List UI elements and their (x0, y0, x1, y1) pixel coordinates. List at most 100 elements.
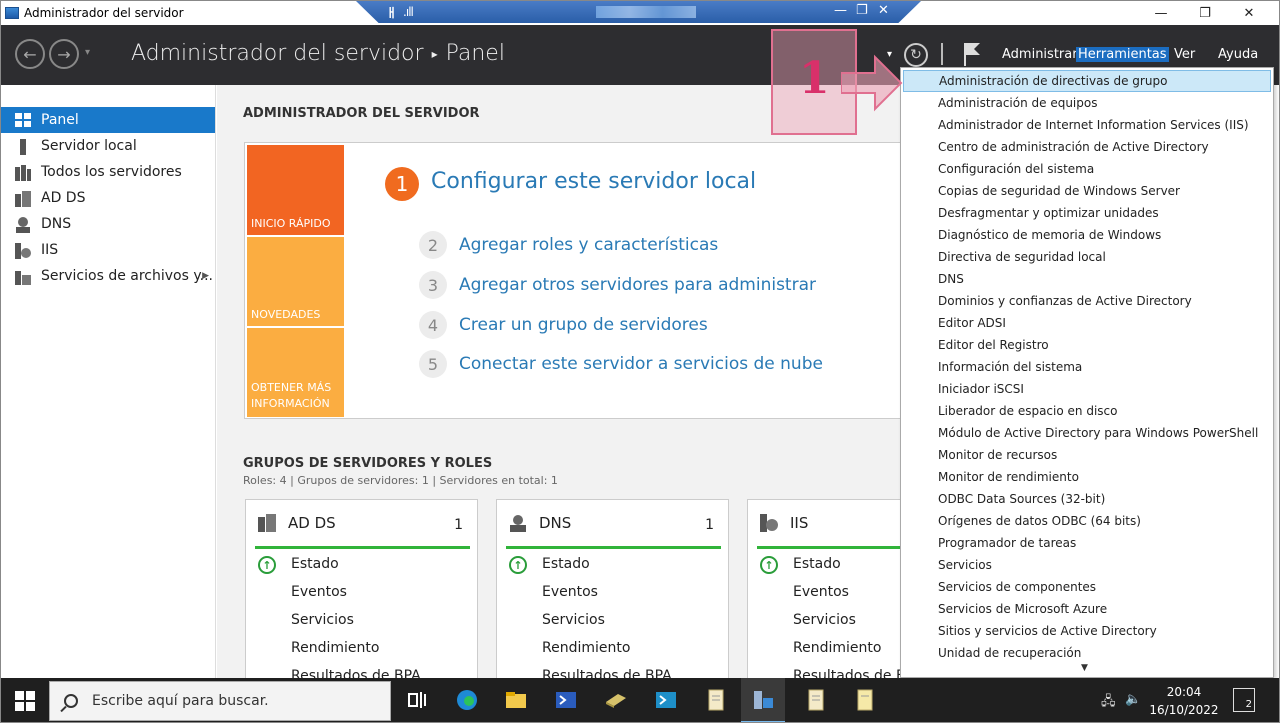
menu-item[interactable]: Editor del Registro (903, 334, 1271, 356)
step-create-group[interactable]: 4 Crear un grupo de servidores (419, 311, 708, 339)
menu-item[interactable]: Información del sistema (903, 356, 1271, 378)
server-manager-taskbar-button[interactable] (741, 678, 785, 722)
windows-start-icon[interactable] (15, 691, 35, 711)
card-row-events[interactable]: Eventos (291, 584, 347, 600)
sidebar-item-iis[interactable]: IIS (1, 237, 215, 263)
card-row-events[interactable]: Eventos (793, 584, 849, 600)
menu-herramientas[interactable]: Herramientas (1076, 47, 1169, 62)
sidebar-item-panel[interactable]: Panel (1, 107, 215, 133)
role-card-dns[interactable]: DNS 1 ↑ Estado Eventos Servicios Rendimi… (496, 499, 729, 678)
notes-icon[interactable] (853, 688, 877, 712)
sidebar-item-ad-ds[interactable]: AD DS (1, 185, 215, 211)
card-header[interactable]: AD DS 1 (246, 500, 477, 548)
menu-item[interactable]: Sitios y servicios de Active Directory (903, 620, 1271, 642)
menu-ver[interactable]: Ver (1174, 47, 1195, 62)
menu-item[interactable]: Servicios de componentes (903, 576, 1271, 598)
menu-item-group-policy[interactable]: Administración de directivas de grupo (903, 70, 1271, 92)
menu-item[interactable]: Diagnóstico de memoria de Windows (903, 224, 1271, 246)
menu-item[interactable]: Desfragmentar y optimizar unidades (903, 202, 1271, 224)
menu-item[interactable]: Centro de administración de Active Direc… (903, 136, 1271, 158)
edge-browser-icon[interactable] (455, 688, 479, 712)
pin-icon[interactable]: ㅐ (386, 4, 397, 21)
tile-learn-more[interactable]: OBTENER MÁS INFORMACIÓN (247, 328, 344, 417)
card-row-status[interactable]: Estado (542, 556, 590, 572)
card-row-events[interactable]: Eventos (542, 584, 598, 600)
rd-minimize-button[interactable]: — (834, 3, 847, 18)
back-button[interactable]: ← (15, 39, 45, 69)
add-roles-link[interactable]: Agregar roles y características (459, 235, 718, 255)
card-row-status[interactable]: Estado (291, 556, 339, 572)
card-header[interactable]: DNS 1 (497, 500, 728, 548)
menu-item[interactable]: Configuración del sistema (903, 158, 1271, 180)
step-add-servers[interactable]: 3 Agregar otros servidores para administ… (419, 271, 816, 299)
history-dropdown-icon[interactable]: ▾ (85, 47, 90, 58)
volume-muted-icon[interactable]: 🔈 (1125, 692, 1141, 707)
sidebar-item-file-services[interactable]: Servicios de archivos y... ▶ (1, 263, 215, 289)
card-row-services[interactable]: Servicios (793, 612, 856, 628)
card-row-services[interactable]: Servicios (542, 612, 605, 628)
minimize-button[interactable]: — (1138, 1, 1184, 25)
role-card-ad-ds[interactable]: AD DS 1 ↑ Estado Eventos Servicios Rendi… (245, 499, 478, 678)
step-add-roles[interactable]: 2 Agregar roles y características (419, 231, 718, 259)
taskbar-search-box[interactable]: Escribe aquí para buscar. (49, 681, 391, 721)
menu-item[interactable]: Liberador de espacio en disco (903, 400, 1271, 422)
archive-icon[interactable] (604, 688, 628, 712)
menu-item[interactable]: Servicios (903, 554, 1271, 576)
connect-cloud-link[interactable]: Conectar este servidor a servicios de nu… (459, 354, 823, 374)
menu-item[interactable]: Dominios y confianzas de Active Director… (903, 290, 1271, 312)
menu-item[interactable]: Directiva de seguridad local (903, 246, 1271, 268)
taskbar-clock[interactable]: 20:04 16/10/2022 (1149, 683, 1219, 719)
menu-item[interactable]: Editor ADSI (903, 312, 1271, 334)
menu-item[interactable]: Programador de tareas (903, 532, 1271, 554)
document-icon[interactable] (704, 688, 728, 712)
menu-item[interactable]: Orígenes de datos ODBC (64 bits) (903, 510, 1271, 532)
card-row-bpa[interactable]: Resultados de BPA (291, 668, 421, 678)
card-row-performance[interactable]: Rendimiento (793, 640, 881, 656)
add-servers-link[interactable]: Agregar otros servidores para administra… (459, 275, 816, 295)
menu-item[interactable]: Iniciador iSCSI (903, 378, 1271, 400)
card-row-bpa[interactable]: Resultados de BPA (793, 668, 901, 678)
menu-item[interactable]: Monitor de rendimiento (903, 466, 1271, 488)
sidebar-item-local-server[interactable]: Servidor local (1, 133, 215, 159)
menu-item[interactable]: Unidad de recuperación (903, 642, 1271, 664)
create-group-link[interactable]: Crear un grupo de servidores (459, 315, 708, 335)
role-card-iis[interactable]: IIS ↑ Estado Eventos Servicios Rendimien… (747, 499, 901, 678)
close-button[interactable]: ✕ (1226, 1, 1272, 25)
card-row-performance[interactable]: Rendimiento (542, 640, 630, 656)
network-icon[interactable]: 🖧 (1101, 692, 1116, 714)
menu-item[interactable]: Módulo de Active Directory para Windows … (903, 422, 1271, 444)
powershell-ise-icon[interactable] (654, 688, 678, 712)
expand-arrow-icon[interactable]: ▶ (202, 271, 209, 281)
configure-local-server-link[interactable]: Configurar este servidor local (431, 169, 756, 194)
notifications-flag-icon[interactable] (963, 41, 981, 67)
step-connect-cloud[interactable]: 5 Conectar este servidor a servicios de … (419, 350, 823, 378)
menu-item[interactable]: Administrador de Internet Information Se… (903, 114, 1271, 136)
sidebar-item-dns[interactable]: DNS (1, 211, 215, 237)
card-row-status[interactable]: Estado (793, 556, 841, 572)
menu-item[interactable]: Servicios de Microsoft Azure (903, 598, 1271, 620)
menu-item[interactable]: DNS (903, 268, 1271, 290)
scroll-down-arrow-icon[interactable]: ▼ (1081, 663, 1088, 673)
file-explorer-icon[interactable] (504, 688, 528, 712)
menu-item[interactable]: ODBC Data Sources (32-bit) (903, 488, 1271, 510)
menu-item[interactable]: Administración de equipos (903, 92, 1271, 114)
refresh-icon[interactable]: ↻ (904, 43, 928, 67)
notification-center-icon[interactable]: 2 (1233, 688, 1255, 712)
card-row-performance[interactable]: Rendimiento (291, 640, 379, 656)
notepad-icon[interactable] (804, 688, 828, 712)
card-header[interactable]: IIS (748, 500, 901, 548)
powershell-icon[interactable] (554, 688, 578, 712)
forward-button[interactable]: → (49, 39, 79, 69)
tile-news[interactable]: NOVEDADES (247, 237, 344, 326)
sidebar-item-all-servers[interactable]: Todos los servidores (1, 159, 215, 185)
menu-item[interactable]: Copias de seguridad de Windows Server (903, 180, 1271, 202)
menu-ayuda[interactable]: Ayuda (1218, 47, 1258, 62)
maximize-button[interactable]: ❐ (1182, 1, 1228, 25)
card-row-bpa[interactable]: Resultados de BPA (542, 668, 672, 678)
tile-quick-start[interactable]: INICIO RÁPIDO (247, 145, 344, 235)
card-row-services[interactable]: Servicios (291, 612, 354, 628)
menu-item[interactable]: Monitor de recursos (903, 444, 1271, 466)
rd-restore-button[interactable]: ❐ (856, 3, 868, 18)
rd-close-button[interactable]: ✕ (878, 3, 889, 18)
menu-administrar[interactable]: Administrar (1002, 47, 1078, 62)
